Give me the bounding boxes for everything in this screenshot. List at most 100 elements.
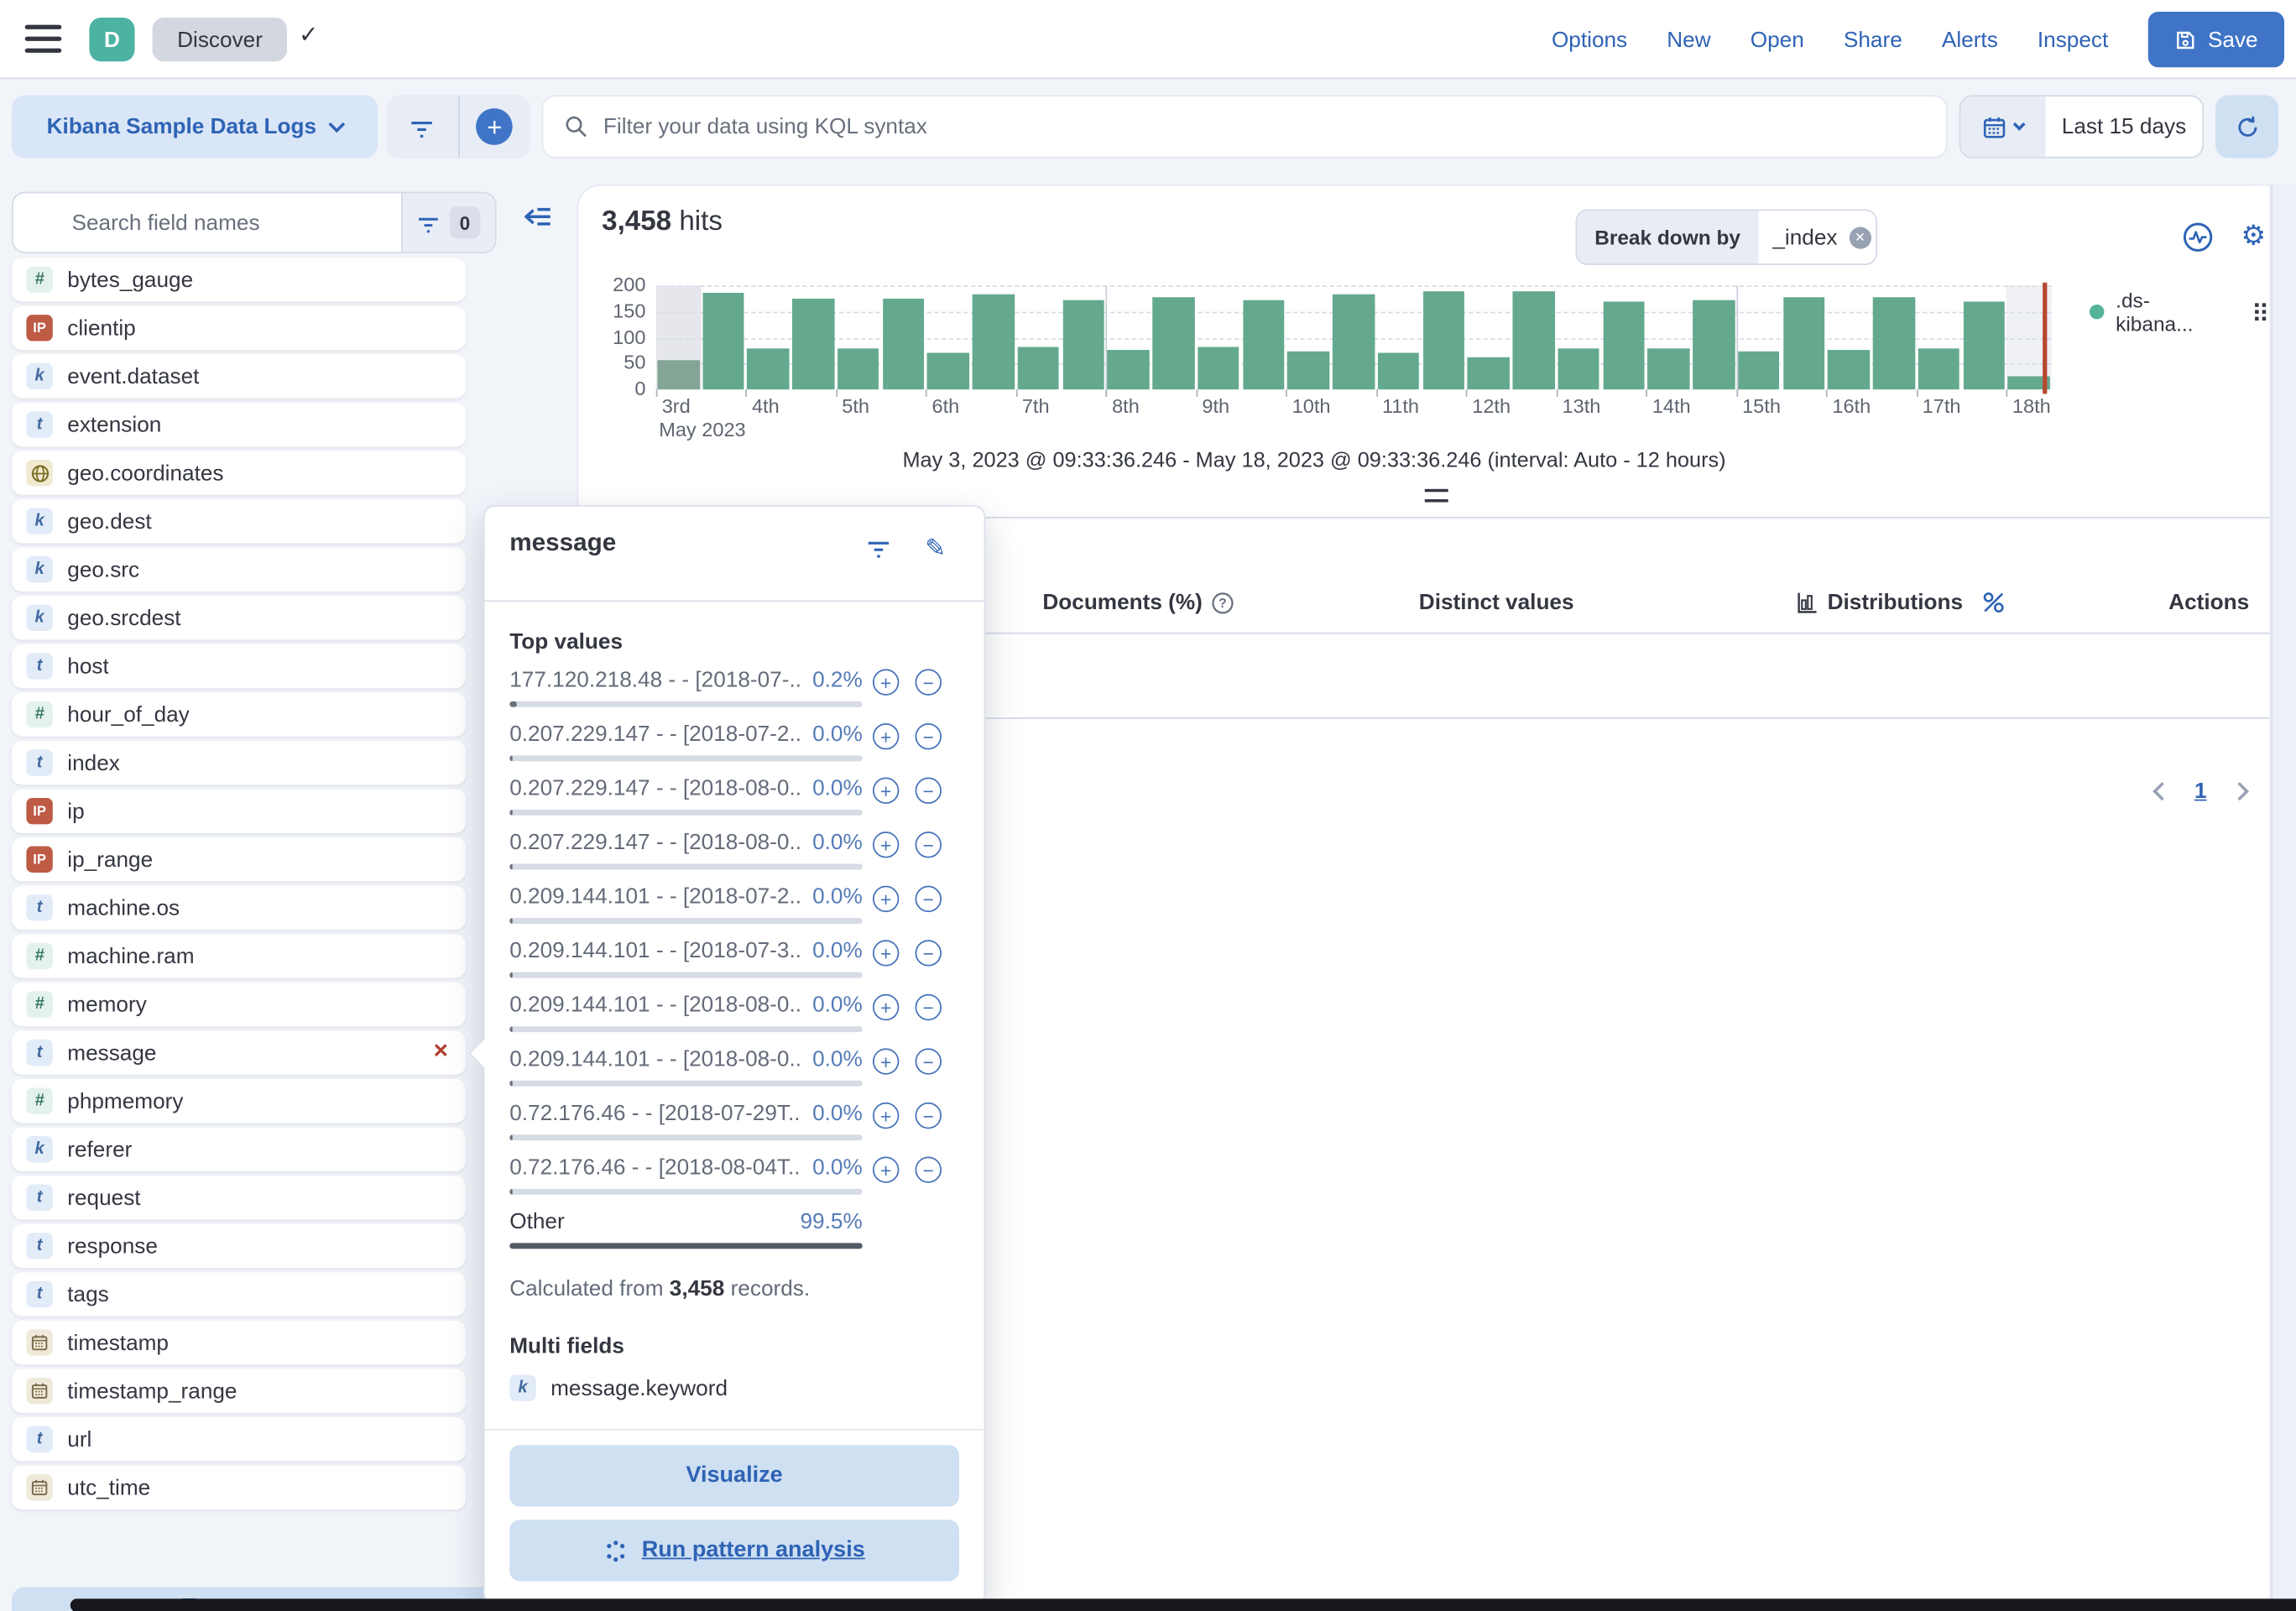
- edit-field-button[interactable]: ✎: [925, 534, 946, 564]
- filter-for-value-button[interactable]: +: [873, 886, 899, 912]
- chart-options-button[interactable]: [2179, 218, 2216, 256]
- distributions-header[interactable]: Distributions: [1797, 590, 2006, 615]
- field-item-request[interactable]: t request: [12, 1176, 466, 1219]
- filter-out-value-button[interactable]: −: [916, 940, 942, 966]
- filter-out-value-button[interactable]: −: [916, 886, 942, 912]
- field-type-badge: #: [26, 267, 52, 293]
- prev-page-icon[interactable]: [2152, 782, 2171, 800]
- field-item-geo.src[interactable]: k geo.src: [12, 548, 466, 592]
- resize-handle[interactable]: [1424, 489, 1448, 503]
- field-item-clientip[interactable]: IP clientip: [12, 306, 466, 350]
- date-menu-button[interactable]: [1960, 96, 2045, 157]
- next-page-icon[interactable]: [2231, 782, 2249, 800]
- field-type-badge: #: [26, 1087, 52, 1113]
- legend-label[interactable]: .ds-kibana...: [2116, 289, 2226, 336]
- documents-header[interactable]: Documents (%) ?: [1042, 590, 1234, 615]
- save-button[interactable]: Save: [2147, 12, 2284, 67]
- breadcrumb[interactable]: Discover: [152, 18, 287, 61]
- menu-icon[interactable]: [25, 25, 62, 55]
- run-pattern-analysis-button[interactable]: Run pattern analysis: [509, 1520, 959, 1581]
- filter-out-value-button[interactable]: −: [916, 1156, 942, 1182]
- nav-link-open[interactable]: Open: [1751, 27, 1804, 52]
- field-item-timestamp_range[interactable]: timestamp_range: [12, 1369, 466, 1412]
- help-icon[interactable]: ?: [1211, 591, 1234, 614]
- filter-for-field-button[interactable]: [867, 539, 890, 559]
- field-item-message[interactable]: t message ×: [12, 1030, 466, 1074]
- filters-button[interactable]: [387, 95, 458, 158]
- filter-out-value-button[interactable]: −: [916, 1103, 942, 1129]
- chart-settings-button[interactable]: ⚙: [2235, 216, 2273, 254]
- histogram-bar: [973, 295, 1015, 389]
- filter-out-value-button[interactable]: −: [916, 1048, 942, 1074]
- nav-link-share[interactable]: Share: [1844, 27, 1902, 52]
- filter-for-value-button[interactable]: +: [873, 994, 899, 1020]
- field-list: # bytes_gauge IP clientip k event.datase…: [12, 258, 466, 1514]
- field-item-bytes_gauge[interactable]: # bytes_gauge: [12, 258, 466, 301]
- add-filter-button[interactable]: +: [457, 95, 530, 158]
- vertical-scrollbar-track[interactable]: [2271, 185, 2296, 1611]
- histogram-bar: [792, 299, 834, 389]
- remove-field-icon[interactable]: ×: [434, 1036, 448, 1066]
- time-range-button[interactable]: Last 15 days: [2046, 96, 2203, 157]
- clear-breakdown-icon[interactable]: ✕: [1849, 227, 1871, 248]
- distributions-icon: [1797, 592, 1819, 613]
- multi-field-item[interactable]: k message.keyword: [509, 1374, 728, 1400]
- field-item-event.dataset[interactable]: k event.dataset: [12, 354, 466, 398]
- distinct-values-header[interactable]: Distinct values: [1419, 590, 1574, 615]
- filter-for-value-button[interactable]: +: [873, 1103, 899, 1129]
- collapse-sidebar-button[interactable]: [521, 201, 553, 232]
- discover-app-icon[interactable]: D: [89, 18, 134, 61]
- legend-menu-icon[interactable]: [2252, 300, 2270, 324]
- field-item-extension[interactable]: t extension: [12, 403, 466, 446]
- data-view-picker[interactable]: Kibana Sample Data Logs: [12, 95, 378, 158]
- horizontal-scrollbar[interactable]: [70, 1598, 2296, 1611]
- distributions-toggle-icon[interactable]: [1980, 590, 2006, 615]
- nav-link-new[interactable]: New: [1667, 27, 1710, 52]
- field-filter-count-badge: 0: [450, 206, 481, 238]
- field-item-phpmemory[interactable]: # phpmemory: [12, 1079, 466, 1123]
- breakdown-select[interactable]: _index ✕: [1758, 211, 1877, 263]
- field-item-index[interactable]: t index: [12, 741, 466, 785]
- filter-for-value-button[interactable]: +: [873, 723, 899, 749]
- field-item-tags[interactable]: t tags: [12, 1272, 466, 1316]
- field-item-machine.os[interactable]: t machine.os: [12, 886, 466, 930]
- field-search-input[interactable]: [72, 210, 402, 235]
- field-item-ip[interactable]: IP ip: [12, 790, 466, 833]
- field-item-geo.coordinates[interactable]: geo.coordinates: [12, 451, 466, 494]
- nav-link-inspect[interactable]: Inspect: [2038, 27, 2108, 52]
- filter-out-value-button[interactable]: −: [916, 994, 942, 1020]
- field-item-ip_range[interactable]: IP ip_range: [12, 837, 466, 881]
- page-number[interactable]: 1: [2194, 779, 2207, 804]
- field-item-hour_of_day[interactable]: # hour_of_day: [12, 692, 466, 736]
- field-item-response[interactable]: t response: [12, 1224, 466, 1268]
- field-filter-button[interactable]: 0: [401, 193, 495, 252]
- refresh-button[interactable]: [2215, 95, 2278, 158]
- filter-out-value-button[interactable]: −: [916, 778, 942, 804]
- histogram-chart[interactable]: 3rd4th5th6th7th8th9th10th11th12th13th14t…: [656, 285, 2052, 389]
- field-item-referer[interactable]: k referer: [12, 1128, 466, 1171]
- filter-for-value-button[interactable]: +: [873, 1048, 899, 1074]
- filter-for-value-button[interactable]: +: [873, 1156, 899, 1182]
- field-item-memory[interactable]: # memory: [12, 983, 466, 1026]
- filter-out-value-button[interactable]: −: [916, 832, 942, 858]
- filter-out-value-button[interactable]: −: [916, 669, 942, 695]
- field-item-geo.dest[interactable]: k geo.dest: [12, 499, 466, 543]
- field-item-host[interactable]: t host: [12, 644, 466, 688]
- nav-link-alerts[interactable]: Alerts: [1942, 27, 1998, 52]
- filter-for-value-button[interactable]: +: [873, 778, 899, 804]
- field-item-geo.srcdest[interactable]: k geo.srcdest: [12, 596, 466, 639]
- kql-input[interactable]: [603, 114, 1926, 139]
- visualize-button[interactable]: Visualize: [509, 1445, 959, 1506]
- filter-for-value-button[interactable]: +: [873, 669, 899, 695]
- field-item-timestamp[interactable]: timestamp: [12, 1321, 466, 1364]
- filter-out-value-button[interactable]: −: [916, 723, 942, 749]
- filter-for-value-button[interactable]: +: [873, 940, 899, 966]
- field-item-utc_time[interactable]: utc_time: [12, 1466, 466, 1509]
- field-item-machine.ram[interactable]: # machine.ram: [12, 934, 466, 978]
- filter-icon: [417, 213, 439, 232]
- nav-link-options[interactable]: Options: [1552, 27, 1627, 52]
- header-bar: D Discover ✓ OptionsNewOpenShareAlertsIn…: [0, 0, 2296, 79]
- filter-for-value-button[interactable]: +: [873, 832, 899, 858]
- field-item-url[interactable]: t url: [12, 1417, 466, 1461]
- histogram-bar: [1963, 302, 2005, 389]
